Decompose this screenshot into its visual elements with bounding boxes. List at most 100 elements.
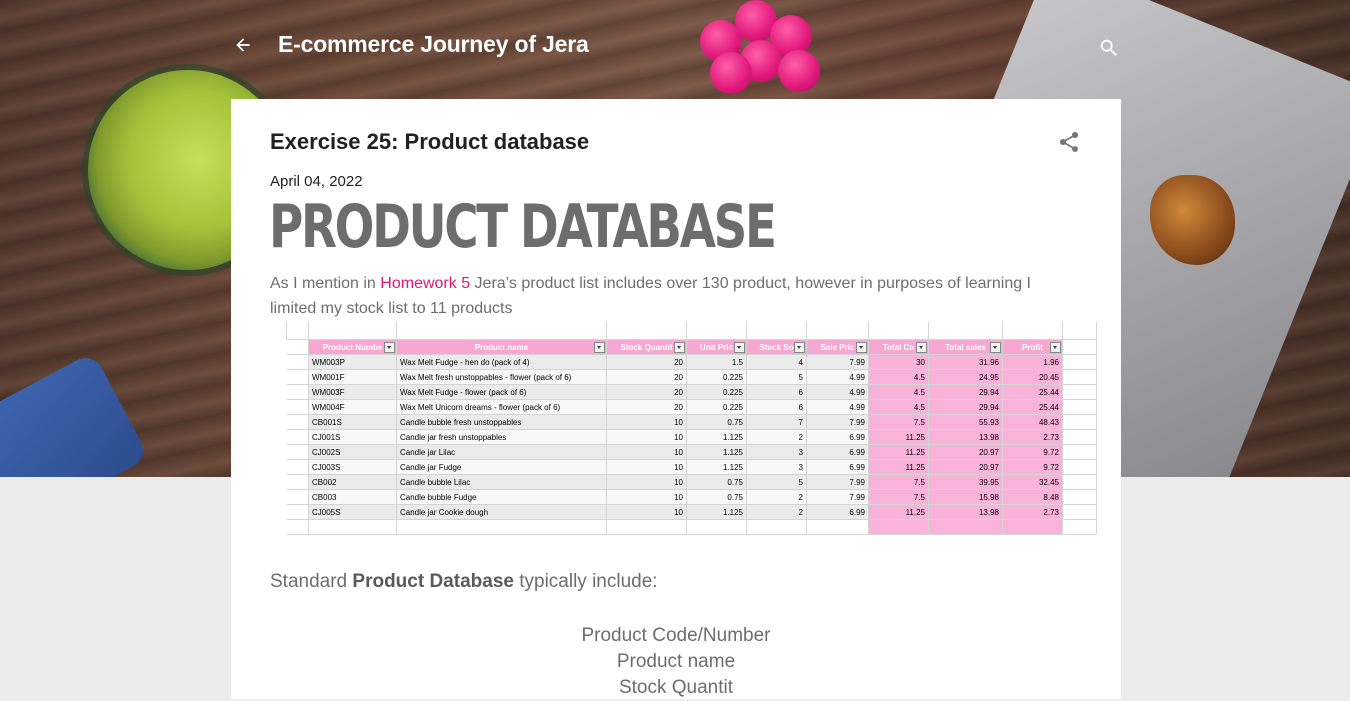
sheet-gutter-cell	[286, 459, 309, 475]
sheet-cell: 1.125	[686, 459, 747, 475]
share-button[interactable]	[1057, 129, 1081, 155]
table-row: CJ002S Candle jar Lilac 10 1.125 3 6.99 11.25 2…	[286, 444, 1097, 460]
sheet-cell: 20.45	[1002, 369, 1063, 385]
sheet-cell: 7.99	[806, 474, 869, 490]
sheet-cell: 6.99	[806, 444, 869, 460]
table-row: CB001S Candle bubble fresh unstoppables 10…	[286, 414, 1097, 430]
sheet-gutter-cell	[286, 429, 309, 445]
sheet-gutter-cell	[286, 339, 309, 355]
sheet-gutter-cell	[286, 384, 309, 400]
sheet-cell	[868, 519, 929, 535]
sheet-gutter-cell	[1062, 504, 1097, 520]
sheet-cell: 10	[606, 459, 687, 475]
sheet-cell: 8.48	[1002, 489, 1063, 505]
sheet-cell	[928, 321, 1003, 340]
sheet-cell: 2.73	[1002, 429, 1063, 445]
sheet-cell: Candle bubble fresh unstoppables	[396, 414, 607, 430]
standard-text-before: Standard	[270, 571, 353, 592]
sheet-gutter-cell	[1062, 459, 1097, 475]
sheet-cell: CB002	[308, 474, 397, 490]
sheet-cell: 7.99	[806, 354, 869, 370]
dropdown-arrow-icon	[916, 342, 927, 353]
homework-5-link[interactable]: Homework 5	[380, 275, 470, 292]
post-date: April 04, 2022	[270, 173, 363, 190]
sheet-cell: 3	[746, 459, 807, 475]
sheet-cell: 7.5	[868, 489, 929, 505]
sheet-cell: 4	[746, 354, 807, 370]
sheet-cell: 6	[746, 399, 807, 415]
table-row: WM003P Wax Melt Fudge - hen do (pack of 4…	[286, 354, 1097, 370]
sheet-cell	[746, 519, 807, 535]
sheet-cell: 7.5	[868, 474, 929, 490]
intro-text-before: As I mention in	[270, 275, 381, 292]
sheet-cell: 4.99	[806, 384, 869, 400]
sheet-cell: 4.99	[806, 369, 869, 385]
back-button[interactable]	[228, 30, 258, 60]
sheet-cell	[806, 321, 869, 340]
sheet-cell: 20.97	[928, 444, 1003, 460]
sheet-cell: 32.45	[1002, 474, 1063, 490]
post-heading: PRODUCT DATABASE	[269, 192, 777, 262]
sheet-cell: CJ001S	[308, 429, 397, 445]
sheet-gutter-cell	[1062, 399, 1097, 415]
sheet-header-cell: Stock So	[746, 339, 807, 355]
sheet-cell: WM004F	[308, 399, 397, 415]
sheet-cell: 48.43	[1002, 414, 1063, 430]
list-item: Stock Quantit	[618, 677, 734, 698]
sheet-cell: 25.44	[1002, 384, 1063, 400]
sheet-cell: 4.99	[806, 399, 869, 415]
sheet-header-cell: Profit	[1002, 339, 1063, 355]
sheet-cell: 0.75	[686, 414, 747, 430]
sheet-cell: 13.98	[928, 429, 1003, 445]
sheet-header-label: Total Co	[882, 342, 915, 352]
standard-text-after: typically include:	[513, 571, 658, 592]
sheet-cell	[806, 519, 869, 535]
sheet-cell	[928, 519, 1003, 535]
sheet-gutter-cell	[286, 489, 309, 505]
table-row: WM001F Wax Melt fresh unstoppables - flow…	[286, 369, 1097, 385]
blog-header: E-commerce Journey of Jera	[0, 0, 1350, 90]
sheet-row-empty	[286, 321, 1097, 340]
sheet-gutter-cell	[286, 504, 309, 520]
sheet-cell: 0.225	[686, 399, 747, 415]
sheet-cell: WM003P	[308, 354, 397, 370]
sheet-cell: 7.99	[806, 489, 869, 505]
sheet-cell: Candle jar Lilac	[396, 444, 607, 460]
sheet-cell: 11.25	[868, 459, 929, 475]
sheet-cell: Candle jar Cookie dough	[396, 504, 607, 520]
sheet-cell: 3	[746, 444, 807, 460]
sheet-cell: 10	[606, 444, 687, 460]
sheet-gutter-cell	[1062, 339, 1097, 355]
sheet-cell: 7	[746, 414, 807, 430]
sheet-cell: 5	[746, 369, 807, 385]
search-button[interactable]	[1094, 33, 1124, 63]
table-row: CJ003S Candle jar Fudge 10 1.125 3 6.99 11.25 2…	[286, 459, 1097, 475]
sheet-gutter-cell	[286, 474, 309, 490]
sheet-cell: Wax Melt fresh unstoppables - flower (pa…	[396, 369, 607, 385]
sheet-cell: 6.99	[806, 429, 869, 445]
sheet-header-label: Profit	[1022, 342, 1043, 352]
sheet-cell	[1062, 519, 1097, 535]
sheet-header-cell: Total Co	[868, 339, 929, 355]
sheet-cell: 1.96	[1002, 354, 1063, 370]
sheet-gutter-cell	[286, 444, 309, 460]
sheet-cell: 0.225	[686, 369, 747, 385]
sheet-cell: 0.75	[686, 474, 747, 490]
sheet-cell	[396, 321, 607, 340]
sheet-cell: 4.5	[868, 399, 929, 415]
sheet-cell: 13.98	[928, 504, 1003, 520]
sheet-gutter-cell	[1062, 474, 1097, 490]
blog-title[interactable]: E-commerce Journey of Jera	[278, 31, 589, 58]
sheet-gutter-cell	[286, 414, 309, 430]
sheet-cell: 2	[746, 489, 807, 505]
sheet-header-cell: Product name	[396, 339, 607, 355]
sheet-cell: 6.99	[806, 504, 869, 520]
sheet-header-cell: Stock Quantit	[606, 339, 687, 355]
sheet-cell: CJ005S	[308, 504, 397, 520]
sheet-cell	[686, 519, 747, 535]
sheet-cell: 24.95	[928, 369, 1003, 385]
sheet-cell: 7.99	[806, 414, 869, 430]
sheet-cell: WM001F	[308, 369, 397, 385]
table-row: WM004F Wax Melt Unicorn dreams - flower (…	[286, 399, 1097, 415]
sheet-cell	[686, 321, 747, 340]
